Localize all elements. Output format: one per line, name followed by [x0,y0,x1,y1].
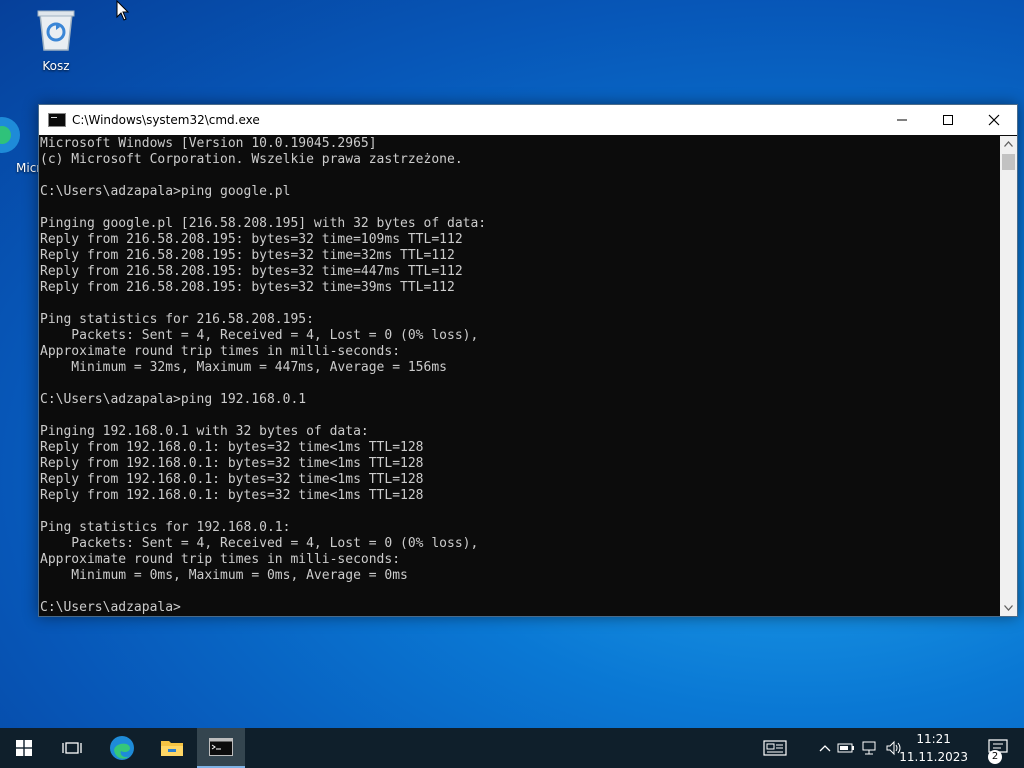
console-line: Approximate round trip times in milli-se… [40,344,401,359]
console-line: Approximate round trip times in milli-se… [40,552,401,567]
console-line: Pinging google.pl [216.58.208.195] with … [40,216,487,231]
console-line: Minimum = 0ms, Maximum = 0ms, Average = … [40,568,408,583]
edge-icon [0,117,20,153]
chevron-down-icon [1004,605,1013,611]
system-tray [763,728,903,768]
console-line: (c) Microsoft Corporation. Wszelkie praw… [40,152,463,167]
cmd-window[interactable]: C:\Windows\system32\cmd.exe Microsoft Wi… [38,104,1018,617]
console-line: Reply from 192.168.0.1: bytes=32 time<1m… [40,440,424,455]
notification-count-badge: 2 [988,750,1002,764]
network-button[interactable] [861,740,879,756]
console-line: Reply from 192.168.0.1: bytes=32 time<1m… [40,472,424,487]
desktop-icon-recycle-bin[interactable]: Kosz [18,6,94,73]
console-output[interactable]: Microsoft Windows [Version 10.0.19045.29… [40,136,999,616]
desktop-icon-edge[interactable]: Micr [0,113,40,183]
vertical-scrollbar[interactable] [1000,136,1017,616]
battery-icon [837,743,854,753]
maximize-icon [943,115,953,125]
scroll-down-button[interactable] [1000,600,1017,616]
network-icon [862,741,876,755]
chevron-up-icon [819,745,831,752]
console-line: Ping statistics for 216.58.208.195: [40,312,314,327]
minimize-icon [897,119,907,121]
close-icon [988,114,1000,126]
console-line: Reply from 216.58.208.195: bytes=32 time… [40,280,455,295]
minimize-button[interactable] [879,105,925,135]
console-line: Reply from 216.58.208.195: bytes=32 time… [40,248,455,263]
desktop-icon-label: Micr [16,161,40,175]
maximize-button[interactable] [925,105,971,135]
start-button[interactable] [0,728,48,768]
console-line: Packets: Sent = 4, Received = 4, Lost = … [40,328,479,343]
console-line: Ping statistics for 192.168.0.1: [40,520,291,535]
mouse-cursor-icon [116,0,130,21]
taskbar-edge-button[interactable] [98,728,146,768]
console-line: Packets: Sent = 4, Received = 4, Lost = … [40,536,479,551]
clock-time: 11:21 [916,732,951,746]
console-line: Minimum = 32ms, Maximum = 447ms, Average… [40,360,447,375]
windows-logo-icon [16,740,32,756]
show-hidden-icons-button[interactable] [819,744,831,752]
console-line: Reply from 192.168.0.1: bytes=32 time<1m… [40,456,424,471]
cmd-app-icon [48,113,66,127]
folder-icon [161,741,183,756]
taskbar-clock[interactable]: 11:21 11.11.2023 [899,730,968,766]
console-line: Reply from 216.58.208.195: bytes=32 time… [40,264,463,279]
chevron-up-icon [1004,141,1013,147]
console-line: C:\Users\adzapala> [40,600,181,615]
task-view-button[interactable] [48,728,96,768]
console-line: Reply from 192.168.0.1: bytes=32 time<1m… [40,488,424,503]
action-center-button[interactable]: 2 [976,728,1020,768]
title-bar[interactable]: C:\Windows\system32\cmd.exe [39,105,1017,135]
scrollbar-thumb[interactable] [1002,154,1015,170]
console-line: Microsoft Windows [Version 10.0.19045.29… [40,136,377,151]
window-title: C:\Windows\system32\cmd.exe [72,113,260,127]
recycle-bin-icon [37,10,75,51]
edge-icon [110,736,134,760]
console-line: C:\Users\adzapala>ping google.pl [40,184,291,199]
clock-date: 11.11.2023 [899,750,968,764]
taskbar-file-explorer-button[interactable] [148,728,196,768]
close-button[interactable] [971,105,1017,135]
news-icon [763,740,787,756]
taskbar-cmd-button[interactable] [197,728,245,768]
battery-button[interactable] [837,742,855,754]
desktop-icon-label: Kosz [42,59,70,73]
taskbar: 11:21 11.11.2023 2 [0,728,1024,768]
console-line: Reply from 216.58.208.195: bytes=32 time… [40,232,463,247]
console-line: C:\Users\adzapala>ping 192.168.0.1 [40,392,307,407]
console-line: Pinging 192.168.0.1 with 32 bytes of dat… [40,424,369,439]
scroll-up-button[interactable] [1000,136,1017,152]
command-prompt-icon [209,738,233,756]
news-and-interests-button[interactable] [763,740,787,756]
task-view-icon [62,742,82,754]
